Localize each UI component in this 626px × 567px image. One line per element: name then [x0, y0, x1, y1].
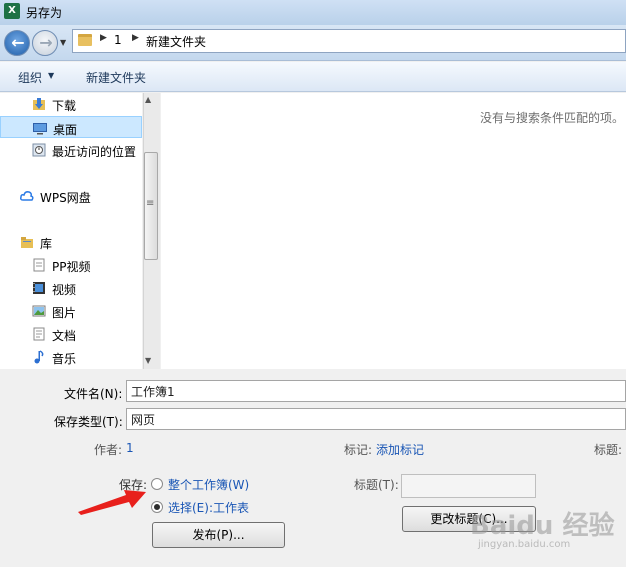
scroll-down-icon[interactable]: ▼ — [145, 356, 151, 365]
filetype-label: 保存类型(T): — [54, 415, 123, 429]
nav-item-desktop[interactable]: 桌面 — [0, 116, 142, 138]
breadcrumb-chevron-icon[interactable]: ▶ — [132, 33, 139, 43]
recent-places-icon — [32, 143, 46, 157]
radio-entire-workbook[interactable] — [151, 478, 163, 490]
new-folder-button[interactable]: 新建文件夹 — [86, 69, 146, 86]
nav-item-library[interactable]: 库 — [0, 231, 142, 253]
selection-label[interactable]: 选择(E):工作表 — [168, 499, 249, 516]
radio-selection[interactable] — [151, 501, 163, 513]
title-input[interactable] — [401, 474, 536, 498]
grip-icon: ≡ — [146, 198, 155, 209]
nav-item-documents[interactable]: 文档 — [0, 323, 142, 345]
scroll-up-icon[interactable]: ▲ — [145, 95, 151, 104]
arrow-left-icon: ← — [11, 33, 25, 52]
nav-item-music[interactable]: 音乐 — [0, 346, 142, 368]
nav-item-label: 图片 — [52, 306, 77, 320]
empty-results-message: 没有与搜索条件匹配的项。 — [480, 111, 625, 125]
cloud-icon — [20, 191, 34, 201]
nav-item-pictures[interactable]: 图片 — [0, 300, 142, 322]
breadcrumb-item[interactable]: 新建文件夹 — [146, 33, 206, 50]
nav-item-label: 下载 — [52, 99, 77, 113]
nav-item-label: WPS网盘 — [40, 191, 91, 205]
publish-button[interactable]: 发布(P)... — [152, 522, 285, 548]
nav-item-videos[interactable]: 视频 — [0, 277, 142, 299]
document-icon — [33, 327, 45, 341]
picture-icon — [32, 305, 46, 317]
nav-item-label: 视频 — [52, 283, 77, 297]
downloads-icon — [33, 98, 45, 110]
nav-item-label: 最近访问的位置 — [52, 145, 137, 159]
title-meta-label: 标题: — [594, 443, 623, 457]
author-value[interactable]: 1 — [126, 441, 134, 455]
add-tags-link[interactable]: 添加标记 — [376, 441, 424, 458]
forward-button[interactable]: → — [32, 30, 58, 56]
history-dropdown-icon[interactable]: ▼ — [60, 38, 66, 47]
caret-down-icon[interactable]: ▼ — [48, 71, 54, 80]
breadcrumb-item[interactable]: 1 — [114, 33, 122, 47]
file-list[interactable] — [161, 93, 626, 369]
nav-item-label: 文档 — [52, 329, 77, 343]
arrow-right-icon: → — [39, 33, 53, 52]
organize-button[interactable]: 组织 — [18, 69, 42, 86]
nav-item-label: 库 — [40, 237, 53, 251]
nav-item-wps-cloud[interactable]: WPS网盘 — [0, 185, 142, 207]
filename-input[interactable]: 工作簿1 — [126, 380, 626, 402]
nav-item-label: 桌面 — [53, 123, 78, 137]
folder-icon — [78, 34, 92, 46]
entire-workbook-label[interactable]: 整个工作簿(W) — [168, 476, 249, 493]
library-icon — [21, 237, 33, 248]
desktop-icon — [33, 123, 47, 135]
nav-item-downloads[interactable]: 下载 — [0, 93, 142, 115]
breadcrumb-chevron-icon[interactable]: ▶ — [100, 33, 107, 43]
author-label: 作者: — [94, 443, 123, 457]
video-icon — [33, 282, 45, 294]
baidu-watermark-url: jingyan.baidu.com — [478, 539, 571, 550]
music-icon — [34, 350, 44, 364]
tags-label: 标记: — [344, 443, 373, 457]
title-bar — [0, 0, 626, 25]
filename-label: 文件名(N): — [64, 387, 123, 401]
nav-item-recent-places[interactable]: 最近访问的位置 — [0, 139, 142, 161]
window-title: 另存为 — [26, 6, 63, 20]
title-field-label: 标题(T): — [354, 478, 399, 492]
excel-app-icon: X — [4, 3, 20, 19]
nav-item-label: 音乐 — [52, 352, 77, 366]
document-icon — [33, 258, 45, 272]
filetype-select[interactable]: 网页 — [126, 408, 626, 430]
baidu-watermark: Baidu 经验 — [470, 511, 615, 541]
nav-item-pp-video[interactable]: PP视频 — [0, 254, 142, 276]
nav-item-label: PP视频 — [52, 260, 91, 274]
annotation-arrow-icon — [78, 490, 146, 515]
back-button[interactable]: ← — [4, 30, 30, 56]
